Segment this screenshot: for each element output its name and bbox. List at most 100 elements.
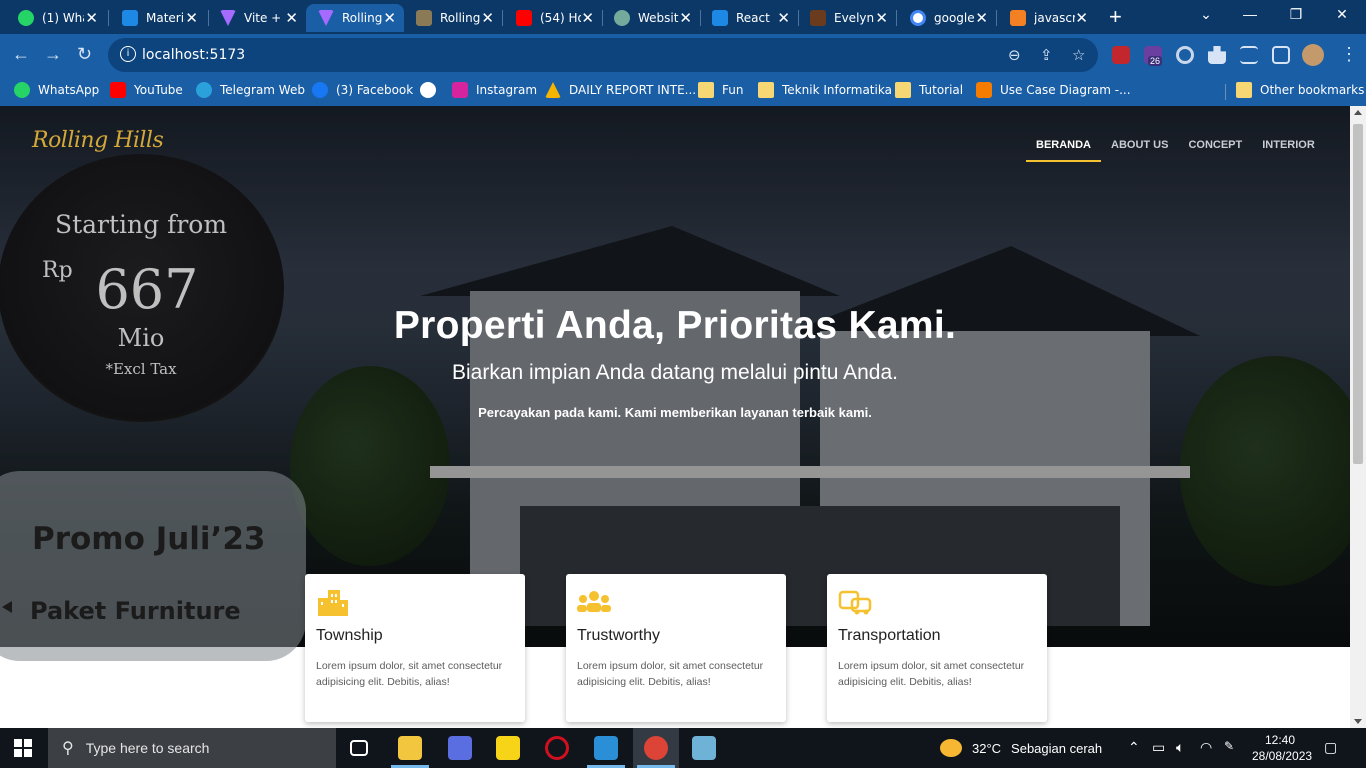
bookmark-folder-teknik[interactable]: Teknik Informatika	[758, 82, 892, 98]
windows-start-button[interactable]	[14, 739, 32, 757]
profile-avatar[interactable]	[1302, 44, 1324, 66]
tab-title: google	[934, 11, 975, 25]
close-icon[interactable]: ✕	[875, 10, 888, 26]
feature-card-township[interactable]: Township Lorem ipsum dolor, sit amet con…	[305, 574, 525, 722]
side-panel-icon[interactable]	[1272, 46, 1290, 64]
minimize-button[interactable]: —	[1230, 6, 1270, 22]
reading-list-icon[interactable]	[1240, 46, 1258, 64]
close-window-button[interactable]: ✕	[1322, 6, 1362, 23]
other-bookmarks[interactable]: Other bookmarks	[1236, 82, 1364, 98]
close-icon[interactable]: ✕	[481, 10, 494, 26]
tab-website[interactable]: Website ✕	[602, 4, 700, 32]
close-icon[interactable]: ✕	[975, 10, 988, 26]
nav-concept[interactable]: CONCEPT	[1178, 130, 1252, 162]
site-logo[interactable]: Rolling Hills	[32, 128, 164, 153]
tab-evelyn[interactable]: Evelyn ✕	[798, 4, 896, 32]
close-icon[interactable]: ✕	[285, 10, 298, 26]
bookmark-daily-report[interactable]: DAILY REPORT INTE...	[545, 82, 696, 98]
people-icon	[577, 591, 611, 612]
notification-icon[interactable]: ▢	[1324, 739, 1337, 756]
zoom-icon[interactable]: ⊖	[1008, 46, 1021, 64]
menu-kebab-icon[interactable]: ⋮	[1340, 44, 1358, 64]
chrome-icon[interactable]	[644, 736, 668, 760]
mui-icon	[122, 10, 138, 26]
telegram-icon	[196, 82, 212, 98]
tab-vite-react[interactable]: Vite + React ✕	[208, 4, 306, 32]
extension-count-badge: 26	[1148, 56, 1163, 66]
back-button[interactable]: ←	[12, 44, 30, 64]
bookmark-instagram[interactable]: Instagram	[452, 82, 537, 98]
close-icon[interactable]: ✕	[383, 10, 396, 26]
feature-card-trustworthy[interactable]: Trustworthy Lorem ipsum dolor, sit amet …	[566, 574, 786, 722]
battery-icon[interactable]: ▭	[1152, 739, 1165, 756]
tab-search-chevron-icon[interactable]: ⌄	[1186, 6, 1226, 23]
scrollbar-thumb[interactable]	[1353, 124, 1363, 464]
tab-react[interactable]: React ✕	[700, 4, 798, 32]
bookmark-folder-fun[interactable]: Fun	[698, 82, 743, 98]
close-icon[interactable]: ✕	[777, 10, 790, 26]
file-explorer-icon[interactable]	[398, 736, 422, 760]
bookmark-label: YouTube	[134, 83, 183, 97]
bookmark-star-icon[interactable]: ☆	[1072, 46, 1085, 64]
card-text: Lorem ipsum dolor, sit amet consectetur …	[316, 660, 503, 688]
extension-circle-icon[interactable]	[1176, 46, 1194, 64]
task-view-icon[interactable]	[350, 740, 368, 756]
bookmark-telegram[interactable]: Telegram Web	[196, 82, 305, 98]
site-info-icon[interactable]: i	[120, 46, 136, 62]
forward-button[interactable]: →	[44, 44, 62, 64]
reload-button[interactable]: ↻	[77, 44, 92, 64]
transport-icon	[838, 590, 872, 615]
system-clock[interactable]: 12:40 28/08/2023	[1252, 732, 1312, 764]
facebook-icon	[312, 82, 328, 98]
vscode-icon[interactable]	[594, 736, 618, 760]
chevron-up-icon[interactable]: ⌃	[1128, 739, 1140, 756]
close-icon[interactable]: ✕	[85, 10, 98, 26]
search-icon: ⚲	[62, 740, 74, 757]
feature-card-transportation[interactable]: Transportation Lorem ipsum dolor, sit am…	[827, 574, 1047, 722]
tab-youtube[interactable]: (54) Home ✕	[504, 4, 602, 32]
close-icon[interactable]: ✕	[185, 10, 198, 26]
page-scrollbar[interactable]	[1350, 106, 1366, 728]
rolling-hills-icon	[416, 10, 432, 26]
close-icon[interactable]: ✕	[679, 10, 692, 26]
bookmark-youtube[interactable]: YouTube	[110, 82, 183, 98]
tab-material-ui[interactable]: Material UI ✕	[110, 4, 206, 32]
copilot-icon[interactable]	[448, 736, 472, 760]
new-tab-button[interactable]: +	[1109, 5, 1122, 29]
extensions-puzzle-icon[interactable]	[1208, 46, 1226, 64]
bookmark-globe[interactable]	[420, 82, 444, 98]
notepad-icon[interactable]	[692, 736, 716, 760]
url-input[interactable]: i localhost:5173 ⊖ ⇪ ☆	[108, 38, 1098, 72]
opera-icon[interactable]	[545, 736, 569, 760]
taskbar-search-input[interactable]: ⚲ Type here to search	[48, 728, 336, 768]
weather-widget[interactable]: 32°C Sebagian cerah	[940, 739, 1102, 757]
nav-about-us[interactable]: ABOUT US	[1101, 130, 1178, 162]
tab-google[interactable]: google ✕	[898, 4, 996, 32]
nav-beranda[interactable]: BERANDA	[1026, 130, 1101, 162]
tab-title: Material UI	[146, 11, 185, 25]
wifi-icon[interactable]: ◠	[1200, 739, 1212, 756]
bookmark-label: Fun	[722, 83, 744, 97]
volume-icon[interactable]: 🔈︎	[1176, 739, 1184, 756]
vite-icon	[220, 10, 236, 26]
bookmark-whatsapp[interactable]: WhatsApp	[14, 82, 99, 98]
bookmark-folder-tutorial[interactable]: Tutorial	[895, 82, 963, 98]
share-icon[interactable]: ⇪	[1040, 46, 1053, 64]
bookmark-facebook[interactable]: (3) Facebook	[312, 82, 413, 98]
close-icon[interactable]: ✕	[1075, 10, 1088, 26]
extension-red-icon[interactable]	[1112, 46, 1130, 64]
sticky-notes-icon[interactable]	[496, 736, 520, 760]
maximize-button[interactable]: ❐	[1276, 6, 1316, 23]
nav-interior[interactable]: INTERIOR	[1252, 130, 1325, 162]
close-icon[interactable]: ✕	[581, 10, 594, 26]
tab-whatsapp[interactable]: (1) WhatsApp ✕	[6, 4, 106, 32]
tab-rolling-hills[interactable]: Rolling Hills ✕	[404, 4, 502, 32]
card-text: Lorem ipsum dolor, sit amet consectetur …	[577, 660, 764, 688]
scroll-up-icon[interactable]	[1354, 110, 1362, 115]
tab-rolling-hills-active[interactable]: Rolling Hills ✕	[306, 4, 404, 32]
pen-icon[interactable]: ✎	[1224, 739, 1234, 753]
promo-banner[interactable]: Promo Juli’23 Paket Furniture	[0, 471, 306, 661]
tab-javascript[interactable]: javascript ✕	[998, 4, 1096, 32]
scroll-down-icon[interactable]	[1354, 719, 1362, 724]
bookmark-use-case[interactable]: Use Case Diagram -...	[976, 82, 1131, 98]
